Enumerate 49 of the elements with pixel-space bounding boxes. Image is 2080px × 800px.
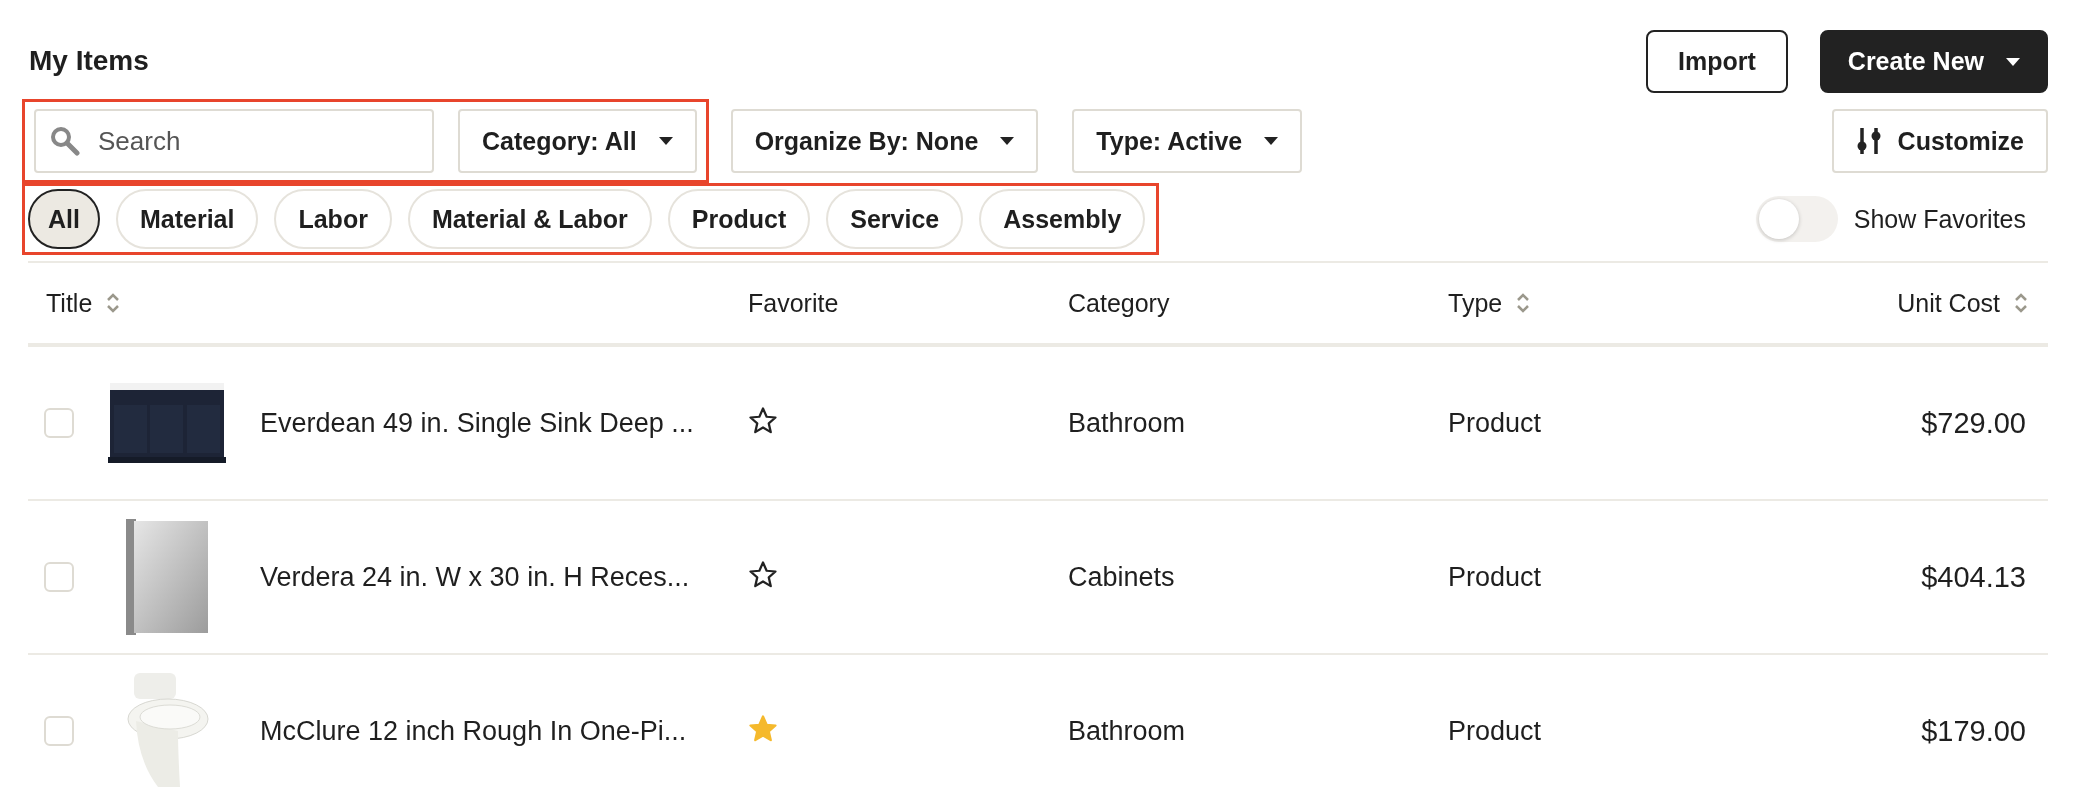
import-button[interactable]: Import	[1646, 30, 1788, 93]
filter-chip[interactable]: Material	[115, 189, 259, 249]
caret-icon	[1000, 137, 1015, 145]
toggle-label: Show Favorites	[1853, 204, 2026, 234]
filter-chip[interactable]: Labor	[274, 189, 392, 249]
filled-star-icon[interactable]	[748, 714, 778, 744]
favorites-toggle[interactable]	[1755, 196, 1838, 242]
customize-button[interactable]: Customize	[1831, 109, 2048, 173]
item-title: Verdera 24 in. W x 30 in. H Reces...	[260, 561, 690, 593]
category-cell-text: Bathroom	[1068, 407, 1187, 439]
row-checkbox[interactable]	[44, 716, 74, 746]
page-title: My Items	[29, 44, 149, 77]
category-dropdown[interactable]: Category: All	[458, 109, 697, 173]
filter-chip[interactable]: Service	[826, 189, 964, 249]
star-icon[interactable]	[748, 560, 778, 590]
column-header: Category	[1068, 288, 1170, 318]
unit-cost-cell-text: $404.13	[1920, 560, 2027, 594]
search-field[interactable]: Search	[34, 109, 434, 173]
sort-icon[interactable]	[106, 291, 121, 315]
item-title: Everdean 49 in. Single Sink Deep ...	[260, 407, 694, 439]
sort-icon[interactable]	[2014, 291, 2028, 315]
filter-chip[interactable]: Material & Labor	[407, 189, 652, 249]
unit-cost-cell-text: $729.00	[1920, 406, 2027, 440]
column-header: Unit Cost	[1897, 288, 2000, 318]
caret-icon	[1264, 137, 1279, 145]
type-cell-text: Product	[1448, 715, 1543, 747]
item-title: McClure 12 inch Rough In One-Pi...	[260, 715, 687, 747]
type-cell-text: Product	[1448, 561, 1543, 593]
filter-chip[interactable]: Assembly	[979, 189, 1146, 249]
row-checkbox[interactable]	[44, 408, 74, 438]
category-cell-text: Cabinets	[1068, 561, 1176, 593]
caret-icon	[658, 137, 673, 145]
star-icon[interactable]	[748, 406, 778, 436]
search-icon	[50, 126, 80, 156]
unit-cost-cell-text: $179.00	[1920, 714, 2027, 748]
filter-chip[interactable]: All	[28, 189, 100, 249]
caret-icon	[2006, 57, 2020, 66]
row-checkbox[interactable]	[44, 562, 74, 592]
sort-icon[interactable]	[1516, 291, 1531, 315]
type-cell-text: Product	[1448, 407, 1543, 439]
column-header: Type	[1448, 288, 1503, 318]
category-cell-text: Bathroom	[1068, 715, 1187, 747]
filter-dropdown[interactable]: Organize By: None	[730, 109, 1039, 173]
column-header: Title	[46, 288, 93, 318]
filter-chip[interactable]: Product	[667, 189, 811, 249]
create-new-button[interactable]: Create New	[1819, 30, 2048, 93]
column-header: Favorite	[748, 288, 839, 318]
sliders-icon	[1855, 126, 1882, 156]
filter-dropdown[interactable]: Type: Active	[1072, 109, 1303, 173]
